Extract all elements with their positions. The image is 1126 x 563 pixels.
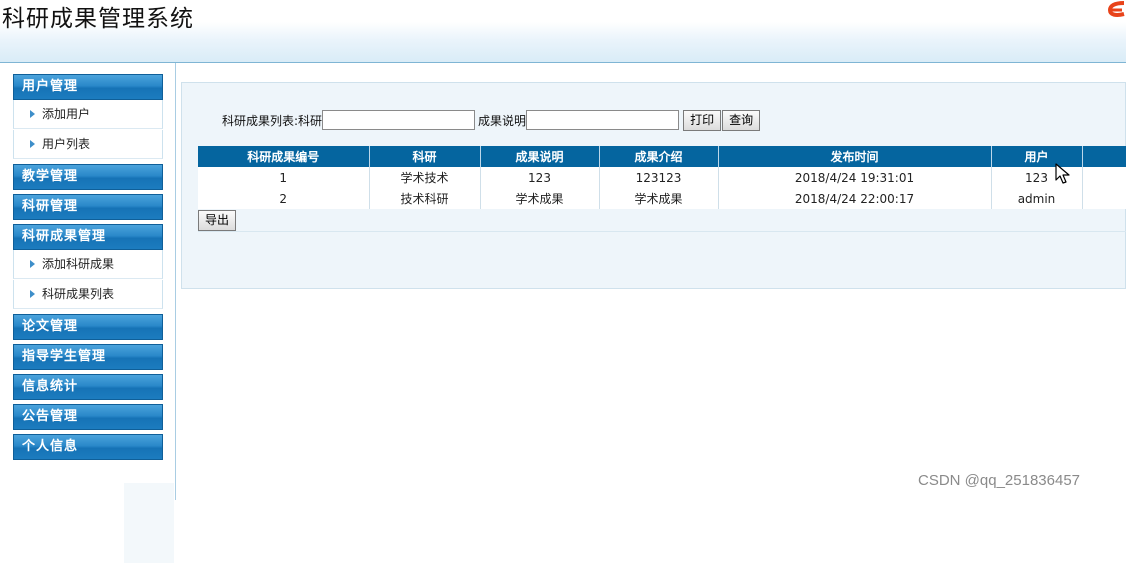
sidebar-section-user-management[interactable]: 用户管理	[13, 74, 163, 100]
arrow-right-icon	[30, 290, 35, 298]
main-content-panel: 科研成果列表:科研 成果说明 打印 查询 科研成果编号 科研 成果说明 成果介绍…	[181, 82, 1126, 289]
sidebar-item-label: 科研成果列表	[42, 287, 115, 301]
sidebar-item-result-list[interactable]: 科研成果列表	[13, 280, 163, 309]
sidebar-item-add-user[interactable]: 添加用户	[13, 100, 163, 129]
watermark-text: CSDN @qq_251836457	[918, 472, 1081, 489]
table-row[interactable]: 1 学术技术 123 123123 2018/4/24 19:31:01 123	[198, 167, 1126, 188]
column-header-empty	[1082, 146, 1126, 167]
table-cell-empty	[1082, 188, 1126, 209]
sidebar-section-papers[interactable]: 论文管理	[13, 314, 163, 340]
table-cell: 技术科研	[369, 188, 481, 209]
mouse-pointer-icon	[1055, 163, 1071, 185]
table-cell: 1	[198, 167, 370, 188]
query-button[interactable]: 查询	[722, 109, 761, 131]
sidebar-section-research[interactable]: 科研管理	[13, 194, 163, 220]
results-table: 科研成果编号 科研 成果说明 成果介绍 发布时间 用户 1 学术技术 123 1…	[198, 146, 1126, 209]
sidebar: 用户管理 添加用户 用户列表 教学管理 科研管理 科研成果管理 添加科研成果 科…	[0, 63, 176, 563]
arrow-right-icon	[30, 110, 35, 118]
table-cell: 学术成果	[599, 188, 719, 209]
table-cell-empty	[1082, 167, 1126, 188]
search-bar: 科研成果列表:科研 成果说明 打印 查询	[222, 109, 761, 131]
table-row[interactable]: 2 技术科研 学术成果 学术成果 2018/4/24 22:00:17 admi…	[198, 188, 1126, 209]
app-title: 科研成果管理系统	[2, 6, 194, 32]
table-header-row: 科研成果编号 科研 成果说明 成果介绍 发布时间 用户	[198, 146, 1126, 167]
sidebar-item-add-result[interactable]: 添加科研成果	[13, 250, 163, 279]
table-cell: 2	[198, 188, 370, 209]
table-cell: 2018/4/24 22:00:17	[718, 188, 992, 209]
table-cell: 学术成果	[480, 188, 600, 209]
table-cell: 学术技术	[369, 167, 481, 188]
arrow-right-icon	[30, 260, 35, 268]
keyan-search-input[interactable]	[322, 110, 476, 130]
sidebar-item-user-list[interactable]: 用户列表	[13, 130, 163, 159]
column-header[interactable]: 科研	[369, 146, 481, 167]
table-cell: 123	[480, 167, 600, 188]
sidebar-item-label: 添加科研成果	[42, 257, 115, 271]
shuoming-search-input[interactable]	[526, 110, 680, 130]
table-cell: 123123	[599, 167, 719, 188]
search-label-keyan: 科研成果列表:科研	[222, 113, 323, 128]
export-button[interactable]: 导出	[198, 210, 237, 231]
sidebar-section-announcements[interactable]: 公告管理	[13, 404, 163, 430]
brand-logo-icon	[1104, 0, 1126, 20]
app-header: 科研成果管理系统	[0, 0, 1126, 63]
sidebar-section-statistics[interactable]: 信息统计	[13, 374, 163, 400]
sidebar-item-label: 用户列表	[42, 137, 91, 151]
print-button[interactable]: 打印	[683, 109, 722, 131]
sidebar-section-teaching[interactable]: 教学管理	[13, 164, 163, 190]
sidebar-section-student-guidance[interactable]: 指导学生管理	[13, 344, 163, 370]
column-header[interactable]: 科研成果编号	[198, 146, 370, 167]
search-label-shuoming: 成果说明	[478, 113, 527, 128]
sidebar-section-research-results[interactable]: 科研成果管理	[13, 224, 163, 250]
table-cell: 2018/4/24 19:31:01	[718, 167, 992, 188]
column-header[interactable]: 成果说明	[480, 146, 600, 167]
divider	[198, 231, 1126, 232]
results-table-wrapper: 科研成果编号 科研 成果说明 成果介绍 发布时间 用户 1 学术技术 123 1…	[198, 146, 1126, 209]
sidebar-section-personal-info[interactable]: 个人信息	[13, 434, 163, 460]
arrow-right-icon	[30, 140, 35, 148]
sidebar-item-label: 添加用户	[42, 107, 91, 121]
column-header[interactable]: 成果介绍	[599, 146, 719, 167]
table-cell: admin	[991, 188, 1083, 209]
column-header[interactable]: 发布时间	[718, 146, 992, 167]
